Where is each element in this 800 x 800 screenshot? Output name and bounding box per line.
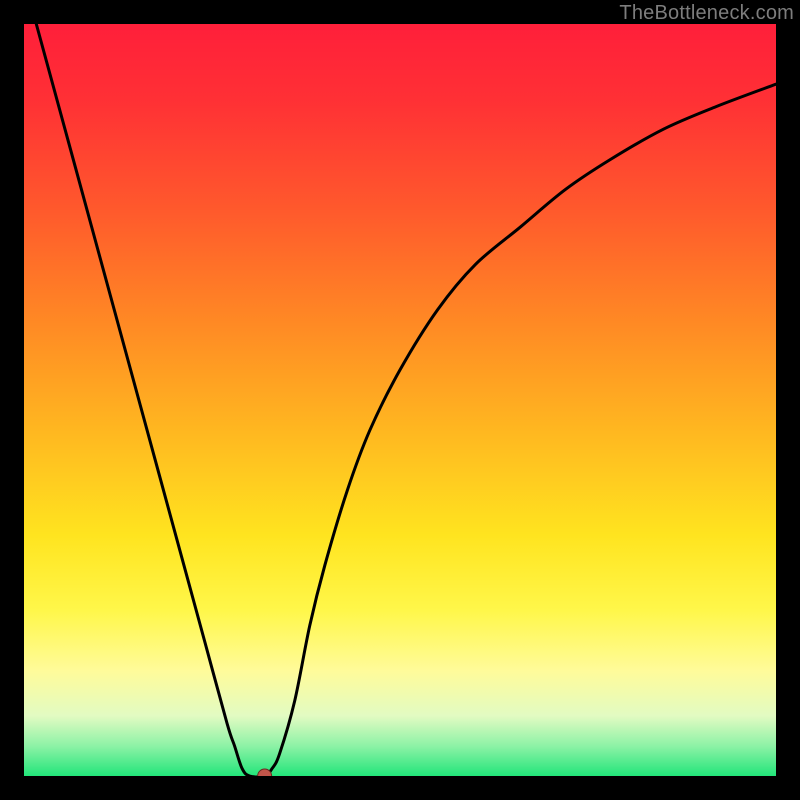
watermark-text: TheBottleneck.com bbox=[619, 2, 794, 25]
chart-canvas bbox=[24, 24, 776, 776]
gradient-background bbox=[24, 24, 776, 776]
